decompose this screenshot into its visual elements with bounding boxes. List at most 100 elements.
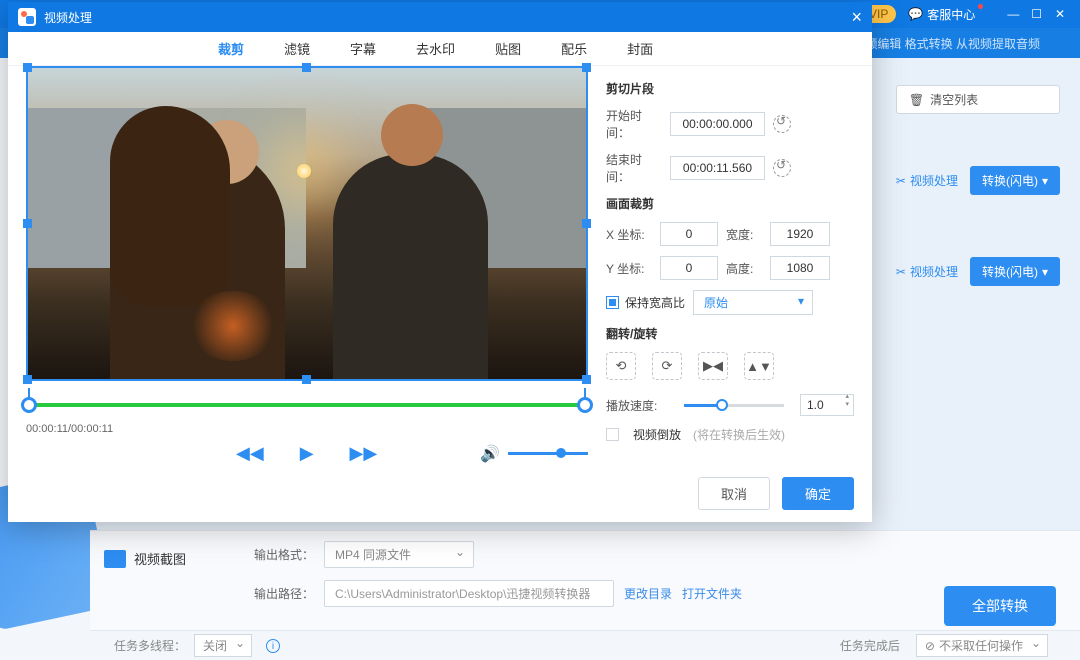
keep-ratio-checkbox[interactable]: 保持宽高比	[606, 294, 685, 311]
item-row-actions-1: ✂ 视频处理 转换(闪电) ▾	[896, 166, 1060, 195]
volume-thumb[interactable]	[556, 448, 566, 458]
bg-sun	[296, 163, 312, 179]
width-input[interactable]	[770, 222, 830, 246]
after-task-value: 不采取任何操作	[939, 639, 1023, 653]
multithread-select[interactable]: 关闭	[194, 634, 252, 657]
app-icon	[18, 8, 36, 26]
volume-icon[interactable]: 🔊	[480, 444, 500, 464]
trim-end-handle[interactable]	[577, 397, 593, 413]
speed-thumb[interactable]	[716, 399, 728, 411]
speed-slider[interactable]	[684, 404, 784, 407]
tab-filter[interactable]: 滤镜	[284, 39, 310, 58]
window-controls: — ☐ ✕	[1003, 7, 1070, 21]
modal-tabs: 裁剪 滤镜 字幕 去水印 贴图 配乐 封面	[8, 32, 872, 66]
sidebar-item-label: 视频截图	[134, 549, 186, 568]
crop-handle-top-left[interactable]	[23, 63, 32, 72]
video-preview	[28, 68, 586, 379]
tab-music[interactable]: 配乐	[561, 39, 587, 58]
output-format-label: 输出格式：	[254, 546, 314, 563]
tab-crop[interactable]: 裁剪	[218, 39, 244, 58]
x-input[interactable]	[660, 222, 718, 246]
rotate-section-title: 翻转/旋转	[606, 325, 854, 342]
end-time-input[interactable]	[670, 156, 765, 180]
play-button[interactable]: ▶	[300, 443, 314, 464]
tab-subtitle[interactable]: 字幕	[350, 39, 376, 58]
crop-handle-bottom-mid[interactable]	[302, 375, 311, 384]
multithread-label: 任务多线程：	[114, 637, 186, 654]
video-process-label: 视频处理	[910, 263, 958, 280]
ratio-select[interactable]: 原始	[693, 290, 813, 315]
sidebar-item-screenshot[interactable]: 视频截图	[104, 549, 186, 568]
trim-start-handle[interactable]	[21, 397, 37, 413]
flip-horizontal-button[interactable]: ▶◀	[698, 352, 728, 380]
video-preview-frame[interactable]	[26, 66, 588, 381]
cancel-button[interactable]: 取消	[698, 477, 770, 510]
reset-start-icon[interactable]	[773, 115, 791, 133]
convert-item-button[interactable]: 转换(闪电) ▾	[970, 257, 1060, 286]
modal-close-button[interactable]: ×	[851, 7, 862, 28]
speed-label: 播放速度:	[606, 397, 668, 414]
scissors-icon: ✂	[896, 174, 906, 188]
chat-icon: 💬	[908, 7, 923, 21]
crop-handle-top-mid[interactable]	[302, 63, 311, 72]
crop-handle-right-mid[interactable]	[582, 219, 591, 228]
ok-button[interactable]: 确定	[782, 477, 854, 510]
y-input[interactable]	[660, 256, 718, 280]
minimize-button[interactable]: —	[1003, 7, 1023, 21]
crop-handle-top-right[interactable]	[582, 63, 591, 72]
crop-handle-bottom-right[interactable]	[582, 375, 591, 384]
video-column: 00:00:11/00:00:11 ◀◀ ▶ ▶▶ 🔊	[26, 66, 588, 510]
start-time-input[interactable]	[670, 112, 765, 136]
forward-button[interactable]: ▶▶	[350, 443, 378, 464]
y-label: Y 坐标:	[606, 260, 652, 277]
convert-item-button[interactable]: 转换(闪电) ▾	[970, 166, 1060, 195]
modal-actions: 取消 确定	[698, 477, 854, 510]
tab-sticker[interactable]: 贴图	[495, 39, 521, 58]
rewind-button[interactable]: ◀◀	[236, 443, 264, 464]
height-label: 高度:	[726, 260, 762, 277]
flip-vertical-button[interactable]: ▲▼	[744, 352, 774, 380]
clip-section-title: 剪切片段	[606, 80, 854, 97]
reverse-row: 视频倒放 (将在转换后生效)	[606, 426, 854, 443]
output-path-row: 输出路径： C:\Users\Administrator\Desktop\迅捷视…	[254, 580, 1056, 607]
crop-section-title: 画面裁剪	[606, 195, 854, 212]
speed-input[interactable]: 1.0	[800, 394, 854, 416]
reset-end-icon[interactable]	[773, 159, 791, 177]
bottom-panel: 视频截图 输出格式： MP4 同源文件 输出路径： C:\Users\Admin…	[90, 530, 1080, 660]
convert-all-button[interactable]: 全部转换	[944, 586, 1056, 626]
item-row-actions-2: ✂ 视频处理 转换(闪电) ▾	[896, 257, 1060, 286]
video-process-link[interactable]: ✂ 视频处理	[896, 263, 958, 280]
height-input[interactable]	[770, 256, 830, 280]
modal-body: 00:00:11/00:00:11 ◀◀ ▶ ▶▶ 🔊 剪切片段 开始时间：	[8, 66, 872, 522]
info-icon[interactable]: i	[266, 639, 280, 653]
customer-service-link[interactable]: 💬 客服中心	[908, 6, 975, 23]
crop-handle-left-mid[interactable]	[23, 219, 32, 228]
right-column: 🗑 清空列表 ✂ 视频处理 转换(闪电) ▾ ✂ 视频处理 转换(闪电) ▾	[896, 85, 1060, 286]
output-path-field[interactable]: C:\Users\Administrator\Desktop\迅捷视频转换器	[324, 580, 614, 607]
rotate-left-button[interactable]: ⟲	[606, 352, 636, 380]
reverse-hint: (将在转换后生效)	[693, 426, 785, 443]
rotate-right-button[interactable]: ⟳	[652, 352, 682, 380]
after-task-select[interactable]: ⊘不采取任何操作	[916, 634, 1048, 657]
reverse-checkbox[interactable]	[606, 428, 619, 441]
clear-list-button[interactable]: 🗑 清空列表	[896, 85, 1060, 114]
chevron-down-icon: ▾	[1042, 174, 1048, 188]
maximize-button[interactable]: ☐	[1027, 7, 1047, 21]
footer-row: 任务多线程： 关闭 i 任务完成后 ⊘不采取任何操作	[90, 630, 1080, 660]
open-folder-link[interactable]: 打开文件夹	[682, 585, 742, 602]
change-dir-link[interactable]: 更改目录	[624, 585, 672, 602]
video-processing-modal: 视频处理 × 裁剪 滤镜 字幕 去水印 贴图 配乐 封面	[8, 2, 872, 522]
x-label: X 坐标:	[606, 226, 652, 243]
trim-timeline[interactable]	[26, 397, 588, 413]
aspect-ratio-row: 保持宽高比 原始	[606, 290, 854, 315]
modal-title-text: 视频处理	[44, 9, 92, 26]
checkbox-icon	[606, 296, 619, 309]
video-process-link[interactable]: ✂ 视频处理	[896, 172, 958, 189]
crop-handle-bottom-left[interactable]	[23, 375, 32, 384]
close-button[interactable]: ✕	[1050, 7, 1070, 21]
output-format-select[interactable]: MP4 同源文件	[324, 541, 474, 568]
tab-cover[interactable]: 封面	[627, 39, 653, 58]
crop-yh-row: Y 坐标: 高度:	[606, 256, 854, 280]
tab-watermark[interactable]: 去水印	[416, 39, 455, 58]
volume-slider[interactable]	[508, 452, 588, 455]
